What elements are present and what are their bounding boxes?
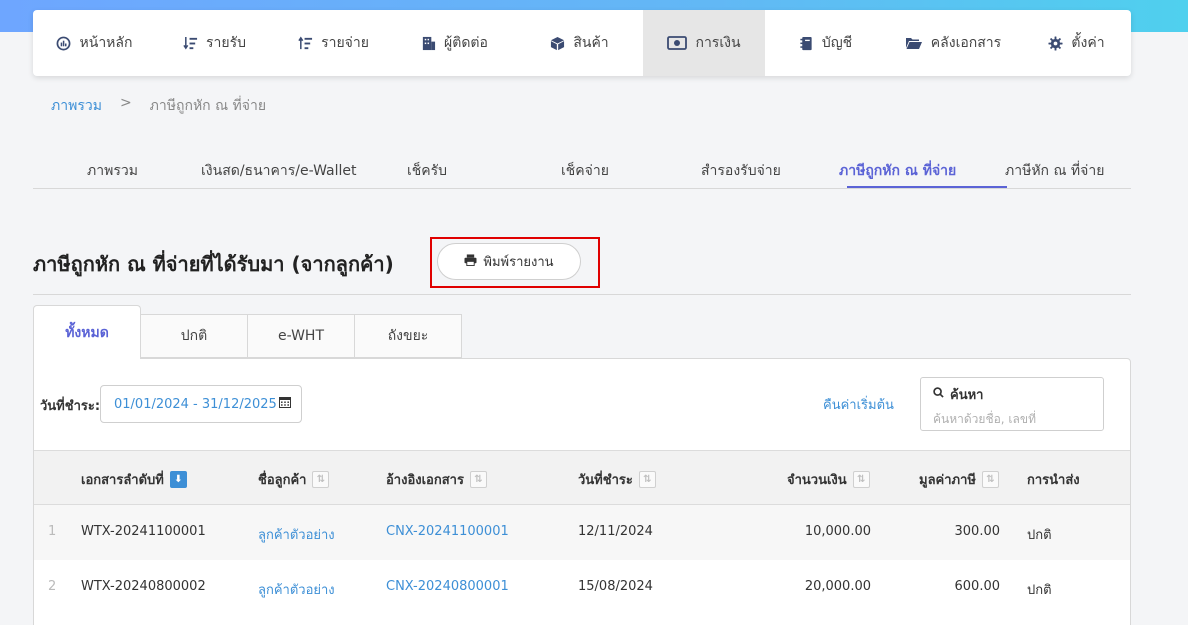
nav-label: ผู้ติดต่อ: [444, 35, 488, 51]
search-box[interactable]: ค้นหา ค้นหาด้วยชื่อ, เลขที่: [920, 377, 1104, 431]
print-report-button[interactable]: พิมพ์รายงาน: [437, 243, 581, 280]
dashboard-icon: [56, 35, 72, 51]
tax-cell: 600.00: [954, 579, 1001, 594]
sort-icon[interactable]: ⇅: [469, 471, 487, 488]
sort-icon[interactable]: ⇅: [981, 471, 999, 488]
th-doc-no-label: เอกสารลำดับที่: [81, 473, 164, 488]
tab-trash[interactable]: ถังขยะ: [354, 314, 462, 358]
subtab-overview[interactable]: ภาพรวม: [87, 160, 138, 182]
pay-date-cell: 12/11/2024: [578, 524, 653, 539]
reset-filters-link[interactable]: คืนค่าเริ่มต้น: [823, 394, 894, 415]
search-input-placeholder: ค้นหาด้วยชื่อ, เลขที่: [933, 412, 1036, 426]
customer-link[interactable]: ลูกค้าตัวอย่าง: [258, 579, 335, 600]
doc-no-cell: WTX-20240800002: [81, 579, 206, 594]
doc-no-cell: WTX-20241100001: [81, 524, 206, 539]
main-nav: หน้าหลัก รายรับ รายจ่าย ผู้ติดต่อ สินค้า…: [33, 10, 1131, 76]
ledger-book-icon: [798, 35, 814, 51]
nav-label: รายรับ: [206, 35, 246, 51]
title-divider: [33, 294, 1131, 295]
th-pay-date-label: วันที่ชำระ: [578, 473, 633, 488]
sort-icon[interactable]: ⇅: [638, 471, 656, 488]
th-doc-no[interactable]: เอกสารลำดับที่ ⬇: [81, 469, 187, 490]
th-amount-label: จำนวนเงิน: [787, 473, 847, 488]
table-row[interactable]: 2 WTX-20240800002 ลูกค้าตัวอย่าง CNX-202…: [34, 560, 1130, 615]
tab-e-wht[interactable]: e-WHT: [247, 314, 355, 358]
gear-icon: [1047, 35, 1063, 51]
th-tax[interactable]: มูลค่าภาษี ⇅: [919, 469, 999, 490]
subtab-cheque-paid[interactable]: เช็คจ่าย: [561, 160, 609, 182]
tab-all[interactable]: ทั้งหมด: [33, 305, 141, 359]
tab-normal[interactable]: ปกติ: [140, 314, 248, 358]
breadcrumb: ภาพรวม > ภาษีถูกหัก ณ ที่จ่าย: [51, 95, 266, 117]
nav-label: รายจ่าย: [321, 35, 369, 51]
table-row[interactable]: 1 WTX-20241100001 ลูกค้าตัวอย่าง CNX-202…: [34, 505, 1130, 560]
submission-cell: ปกติ: [1027, 528, 1052, 543]
search-title: ค้นหา: [950, 388, 984, 403]
th-submission-label: การนำส่ง: [1027, 473, 1080, 488]
nav-item-finance[interactable]: การเงิน: [643, 10, 765, 76]
building-icon: [420, 35, 436, 51]
sort-icon[interactable]: ⇅: [852, 471, 870, 488]
nav-label: ตั้งค่า: [1071, 35, 1105, 51]
nav-item-contacts[interactable]: ผู้ติดต่อ: [393, 10, 515, 76]
nav-item-income[interactable]: รายรับ: [155, 10, 273, 76]
ref-doc-link[interactable]: CNX-20240800001: [386, 579, 509, 594]
table-header: เอกสารลำดับที่ ⬇ ชื่อลูกค้า ⇅ อ้างอิงเอก…: [34, 450, 1130, 505]
nav-item-products[interactable]: สินค้า: [515, 10, 643, 76]
subtab-wht-received[interactable]: ภาษีถูกหัก ณ ที่จ่าย: [839, 160, 956, 182]
amount-cell: 10,000.00: [804, 524, 871, 539]
finance-subtabs: ภาพรวม เงินสด/ธนาคาร/e-Wallet เช็ครับ เช…: [33, 150, 1131, 189]
subtab-petty-cash[interactable]: สำรองรับจ่าย: [701, 160, 781, 182]
subtab-cheque-received[interactable]: เช็ครับ: [407, 160, 447, 182]
th-amount[interactable]: จำนวนเงิน ⇅: [787, 469, 870, 490]
nav-label: การเงิน: [695, 35, 741, 51]
sort-desc-icon[interactable]: ⬇: [169, 471, 187, 488]
folder-open-icon: [905, 35, 923, 51]
th-customer-label: ชื่อลูกค้า: [258, 473, 307, 488]
nav-label: หน้าหลัก: [79, 35, 133, 51]
nav-label: สินค้า: [573, 35, 609, 51]
active-subtab-underline: [847, 186, 1007, 188]
th-ref-doc[interactable]: อ้างอิงเอกสาร ⇅: [386, 469, 487, 490]
submission-cell: ปกติ: [1027, 583, 1052, 598]
amount-cell: 20,000.00: [804, 579, 871, 594]
money-bill-icon: [667, 35, 688, 51]
expense-list-icon: [297, 35, 313, 51]
printer-icon: [464, 253, 477, 270]
nav-label: บัญชี: [821, 35, 853, 51]
th-pay-date[interactable]: วันที่ชำระ ⇅: [578, 469, 656, 490]
nav-label: คลังเอกสาร: [930, 35, 1002, 51]
customer-link[interactable]: ลูกค้าตัวอย่าง: [258, 524, 335, 545]
income-list-icon: [182, 35, 198, 51]
breadcrumb-current: ภาษีถูกหัก ณ ที่จ่าย: [149, 98, 267, 114]
nav-item-documents[interactable]: คลังเอกสาร: [885, 10, 1021, 76]
page-title: ภาษีถูกหัก ณ ที่จ่ายที่ได้รับมา (จากลูกค…: [33, 252, 394, 276]
subtab-wht-paid[interactable]: ภาษีหัก ณ ที่จ่าย: [1005, 160, 1104, 182]
calendar-icon: [279, 396, 291, 412]
ref-doc-link[interactable]: CNX-20241100001: [386, 524, 509, 539]
payment-date-label: วันที่ชำระ:: [40, 399, 101, 414]
date-range-value: 01/01/2024 - 31/12/2025: [114, 396, 277, 412]
tax-cell: 300.00: [954, 524, 1001, 539]
subtab-cash-bank[interactable]: เงินสด/ธนาคาร/e-Wallet: [201, 160, 357, 182]
th-submission: การนำส่ง: [1027, 469, 1080, 490]
nav-item-accounting[interactable]: บัญชี: [765, 10, 885, 76]
box-icon: [549, 35, 565, 51]
breadcrumb-separator: >: [119, 95, 132, 111]
th-ref-doc-label: อ้างอิงเอกสาร: [386, 473, 464, 488]
pay-date-cell: 15/08/2024: [578, 579, 653, 594]
breadcrumb-root-link[interactable]: ภาพรวม: [51, 95, 102, 117]
row-index: 2: [48, 579, 57, 594]
nav-item-settings[interactable]: ตั้งค่า: [1021, 10, 1131, 76]
row-index: 1: [48, 524, 57, 539]
search-icon: [933, 387, 944, 402]
nav-item-expense[interactable]: รายจ่าย: [273, 10, 393, 76]
th-tax-label: มูลค่าภาษี: [919, 473, 976, 488]
sort-icon[interactable]: ⇅: [312, 471, 330, 488]
th-customer[interactable]: ชื่อลูกค้า ⇅: [258, 469, 330, 490]
print-report-label: พิมพ์รายงาน: [483, 255, 554, 270]
nav-item-home[interactable]: หน้าหลัก: [33, 10, 155, 76]
date-range-input[interactable]: 01/01/2024 - 31/12/2025: [100, 385, 302, 423]
